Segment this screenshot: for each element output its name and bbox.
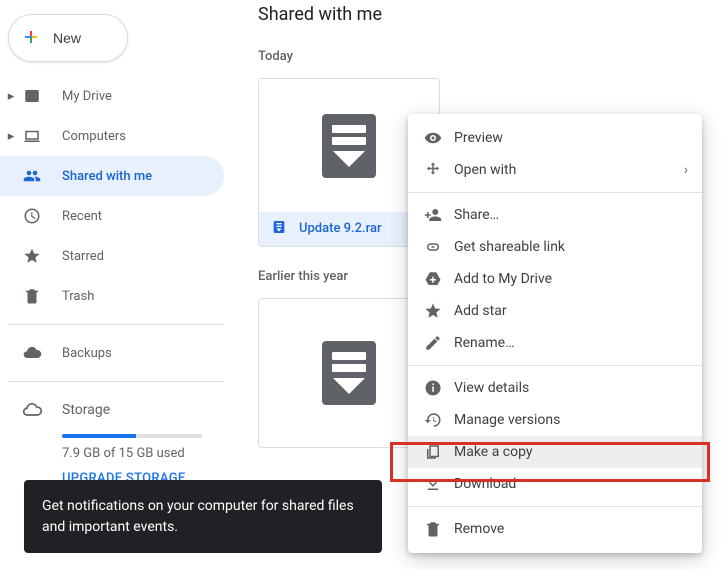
menu-item-manage-versions[interactable]: Manage versions [408,404,702,436]
sidebar-item-label: Backups [62,346,112,361]
file-name: Update 9.2.rar [299,221,382,236]
star-icon [424,302,454,320]
sidebar-item-label: My Drive [62,89,112,104]
new-button-label: New [53,30,81,46]
menu-item-make-a-copy[interactable]: Make a copy [408,436,702,468]
menu-item-label: Manage versions [454,412,560,428]
archive-icon [322,114,376,178]
copy-icon [424,443,454,461]
sidebar-item-starred[interactable]: Starred [0,236,224,276]
menu-item-label: Get shareable link [454,239,565,255]
link-icon [424,238,454,256]
download-icon [424,475,454,493]
menu-item-label: View details [454,380,529,396]
sidebar-item-trash[interactable]: Trash [0,276,224,316]
chevron-right-icon: ▸ [2,129,20,144]
chevron-right-icon: › [684,162,688,178]
notification-toast[interactable]: Get notifications on your computer for s… [24,480,382,553]
sidebar-item-label: Shared with me [62,169,152,184]
page-title: Shared with me [258,4,725,25]
sidebar-item-label: Trash [62,289,94,304]
divider [8,324,224,325]
menu-item-get-link[interactable]: Get shareable link [408,231,702,263]
drive-add-icon [424,270,454,288]
divider [8,381,224,382]
menu-item-label: Open with [454,162,516,178]
sidebar-item-label: Computers [62,129,126,144]
trash-icon [424,520,454,538]
menu-item-label: Add to My Drive [454,271,552,287]
star-icon [20,247,44,265]
drive-icon [20,87,44,105]
menu-item-label: Add star [454,303,507,319]
menu-item-add-to-drive[interactable]: Add to My Drive [408,263,702,295]
sidebar-item-label: Starred [62,249,104,264]
menu-item-share[interactable]: Share… [408,199,702,231]
cloud-icon [20,343,44,363]
storage-meter-fill [62,434,136,438]
context-menu: Preview Open with › Share… Get shareable… [408,114,702,553]
menu-item-label: Download [454,476,516,492]
menu-separator [408,365,702,366]
people-icon [20,167,44,185]
trash-icon [20,287,44,305]
person-add-icon [424,206,454,224]
menu-item-label: Preview [454,130,503,146]
storage-meter [62,434,202,438]
computers-icon [20,127,44,145]
eye-icon [424,129,454,147]
archive-icon [322,341,376,405]
archive-small-icon [271,219,287,239]
menu-item-rename[interactable]: Rename… [408,327,702,359]
menu-item-label: Make a copy [454,444,533,460]
sidebar-item-computers[interactable]: ▸ Computers [0,116,224,156]
menu-separator [408,506,702,507]
menu-item-remove[interactable]: Remove [408,513,702,545]
sidebar-item-backups[interactable]: Backups [0,333,224,373]
sidebar-item-recent[interactable]: Recent [0,196,224,236]
cloud-outline-icon [20,400,44,420]
menu-item-download[interactable]: Download [408,468,702,500]
clock-icon [20,207,44,225]
menu-item-view-details[interactable]: View details [408,372,702,404]
menu-item-add-star[interactable]: Add star [408,295,702,327]
menu-item-label: Rename… [454,335,514,351]
chevron-right-icon: ▸ [2,89,20,104]
menu-item-label: Remove [454,521,504,537]
pencil-icon [424,334,454,352]
info-icon [424,379,454,397]
storage-usage-text: 7.9 GB of 15 GB used [62,446,224,461]
storage-section: Storage 7.9 GB of 15 GB used UPGRADE STO… [0,390,240,486]
menu-separator [408,192,702,193]
move-arrows-icon [424,161,454,179]
sidebar-item-label: Recent [62,209,102,224]
menu-item-open-with[interactable]: Open with › [408,154,702,186]
menu-item-label: Share… [454,207,499,223]
new-button[interactable]: New [8,14,128,62]
section-label-today: Today [258,49,725,64]
sidebar-item-my-drive[interactable]: ▸ My Drive [0,76,224,116]
sidebar-item-storage[interactable]: Storage [20,390,224,430]
history-icon [424,411,454,429]
sidebar-item-shared-with-me[interactable]: Shared with me [0,156,224,196]
toast-message: Get notifications on your computer for s… [42,498,354,534]
plus-icon [19,25,53,52]
menu-item-preview[interactable]: Preview [408,122,702,154]
storage-label: Storage [62,402,110,418]
